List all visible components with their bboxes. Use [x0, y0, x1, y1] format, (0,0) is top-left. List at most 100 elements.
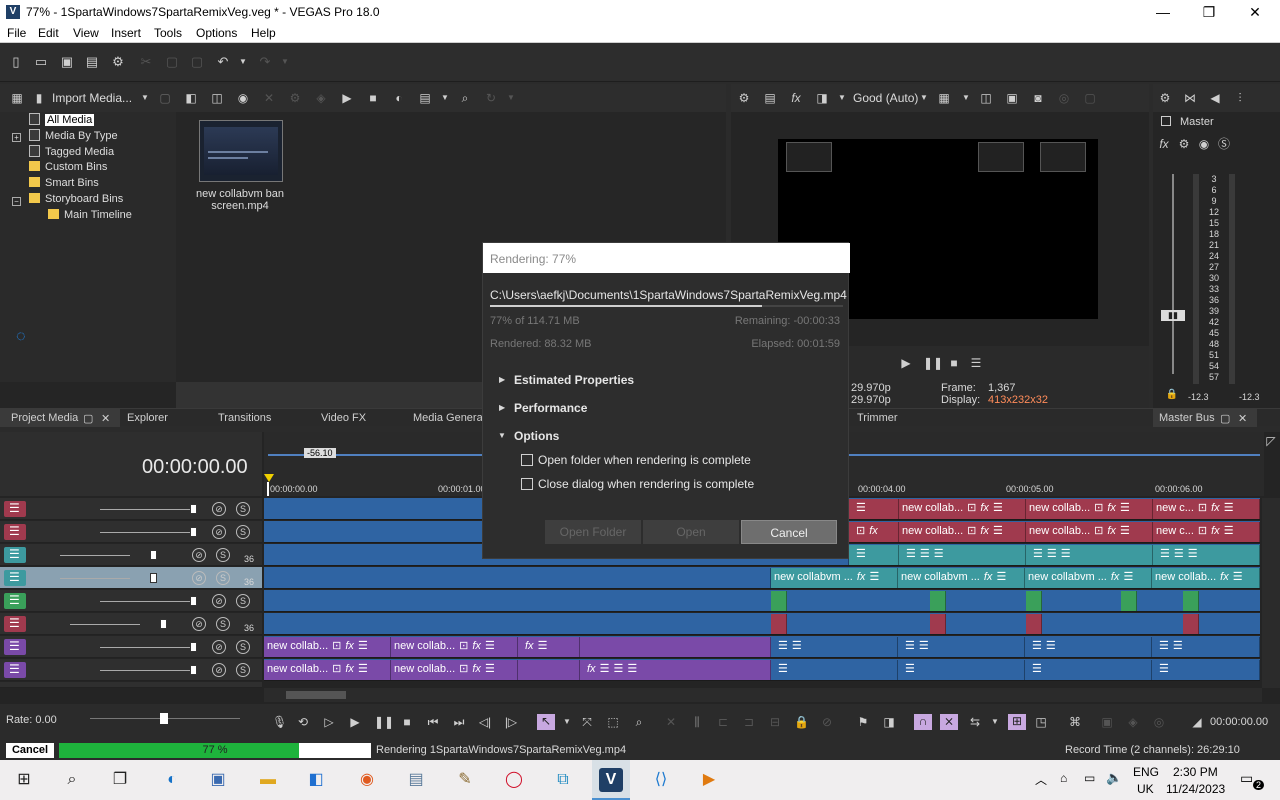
- video-fx-icon[interactable]: fx: [789, 91, 803, 105]
- refresh-dropdown-icon[interactable]: ▼: [504, 91, 518, 105]
- fx-icon[interactable]: fx: [345, 637, 354, 655]
- track-menu-icon[interactable]: [4, 639, 26, 655]
- master-gear-icon[interactable]: ⚙: [1177, 137, 1191, 151]
- track-header[interactable]: ⊘S: [0, 498, 262, 520]
- timeline-clip[interactable]: [264, 568, 771, 588]
- menu-icon[interactable]: ☰: [1233, 568, 1243, 586]
- timeline-clip[interactable]: new collab... ⊡ fx ☰: [1026, 499, 1153, 519]
- timeline-clip[interactable]: new c... ⊡ fx ☰: [1153, 499, 1260, 519]
- track-lane[interactable]: [264, 613, 1260, 635]
- safe-areas-icon[interactable]: ▢: [1083, 91, 1097, 105]
- timeline-clip[interactable]: ☰ ☰ ☰: [899, 545, 1026, 565]
- master-fx-icon[interactable]: fx: [1157, 137, 1171, 151]
- fx-icon[interactable]: fx: [1220, 568, 1229, 586]
- timeline-clip[interactable]: new collab... fx ☰: [1152, 568, 1260, 588]
- copy-snapshot-icon[interactable]: ◫: [979, 91, 993, 105]
- selection-tool-icon[interactable]: ⬚: [606, 715, 620, 729]
- tab-undock-icon[interactable]: ▢: [1220, 412, 1230, 425]
- crop-icon[interactable]: ⊡: [1094, 522, 1103, 540]
- preview-quality-select[interactable]: Good (Auto): [853, 91, 918, 105]
- stop-icon[interactable]: ■: [400, 715, 414, 729]
- refresh-icon[interactable]: ↻: [484, 91, 498, 105]
- menu-tools[interactable]: Tools: [154, 26, 182, 40]
- new-icon[interactable]: ▯: [9, 55, 23, 69]
- timeline-clip[interactable]: [1026, 591, 1042, 611]
- track-menu-icon[interactable]: [4, 547, 26, 563]
- overlays-grid-icon[interactable]: ▦: [937, 91, 951, 105]
- timeline-clip[interactable]: new collab... ⊡ fx ☰: [899, 522, 1026, 542]
- vegas-taskbar-icon[interactable]: V: [599, 768, 623, 792]
- fx-icon[interactable]: fx: [345, 660, 354, 678]
- paste-icon[interactable]: ▢: [190, 55, 204, 69]
- menu-icon[interactable]: ☰: [538, 637, 548, 655]
- menu-icon[interactable]: ☰: [1123, 568, 1133, 586]
- downmix-icon[interactable]: ⋈: [1183, 91, 1197, 105]
- menu-icon[interactable]: ☰: [856, 499, 866, 517]
- keyframe-icon[interactable]: ⌘: [1068, 715, 1082, 729]
- track-solo-icon[interactable]: S: [236, 663, 250, 677]
- save-icon[interactable]: ▣: [60, 55, 74, 69]
- timeline-clip[interactable]: fx ☰: [518, 637, 580, 657]
- menu-icon[interactable]: ☰: [1061, 545, 1071, 563]
- notifications-icon[interactable]: ▭: [1240, 770, 1253, 787]
- menu-icon[interactable]: ☰: [1224, 499, 1234, 517]
- fx-icon[interactable]: fx: [980, 522, 989, 540]
- tree-item-storyboard-bins[interactable]: Storyboard Bins: [29, 193, 123, 208]
- track-header[interactable]: ⊘ S 36: [0, 567, 262, 589]
- media-fx-icon[interactable]: ◎: [1152, 715, 1166, 729]
- timeline-clip[interactable]: ☰ ☰ ☰: [1026, 545, 1153, 565]
- edge-browser-icon[interactable]: ◐: [160, 768, 184, 792]
- menu-icon[interactable]: ☰: [358, 660, 368, 678]
- fx-icon[interactable]: fx: [472, 637, 481, 655]
- timeline-clip[interactable]: new collabvm ... fx ☰: [1025, 568, 1152, 588]
- ripple-edit-icon[interactable]: ⇆: [968, 715, 982, 729]
- media-player-icon[interactable]: ▶: [697, 768, 721, 792]
- tab-project-media[interactable]: Project Media: [11, 412, 78, 424]
- timeline-corner-icon[interactable]: ◸: [1264, 434, 1278, 448]
- track-level-slider[interactable]: [60, 578, 130, 579]
- open-button[interactable]: Open: [643, 520, 739, 544]
- region-icon[interactable]: ◨: [882, 715, 896, 729]
- preview-settings-icon[interactable]: ⚙: [737, 91, 751, 105]
- mixer-settings-icon[interactable]: ⚙: [1158, 91, 1172, 105]
- timeline-clip[interactable]: [580, 637, 771, 657]
- menu-icon[interactable]: ☰: [792, 637, 802, 655]
- expand-estimated-icon[interactable]: ▶: [499, 375, 505, 384]
- open-icon[interactable]: ▭: [34, 55, 48, 69]
- timeline-clip[interactable]: new collabvm ... fx ☰: [898, 568, 1025, 588]
- menu-icon[interactable]: ☰: [613, 660, 623, 678]
- timeline-clip[interactable]: new collab... ⊡ fx ☰: [264, 637, 391, 657]
- task-view-icon[interactable]: ❐: [108, 768, 132, 792]
- track-solo-icon[interactable]: S: [236, 594, 250, 608]
- web-media-icon[interactable]: ◉: [236, 91, 250, 105]
- fx-icon[interactable]: fx: [857, 568, 866, 586]
- track-level-slider[interactable]: [60, 555, 130, 556]
- section-options[interactable]: Options: [514, 429, 559, 443]
- maximize-button[interactable]: ❐: [1186, 0, 1232, 24]
- timeline-clip[interactable]: new collab... ⊡ fx ☰: [391, 660, 518, 680]
- collapse-storyboard-bins-icon[interactable]: −: [12, 197, 21, 206]
- track-header[interactable]: ⊘ S 36: [0, 544, 262, 566]
- trim-end-icon[interactable]: ⊐: [742, 715, 756, 729]
- device-icon[interactable]: ▤: [763, 91, 777, 105]
- track-menu-icon[interactable]: [4, 593, 26, 609]
- tool-dropdown-icon[interactable]: ▼: [560, 715, 574, 729]
- menu-icon[interactable]: ☰: [627, 660, 637, 678]
- mixer-levels-icon[interactable]: ⫶: [1233, 91, 1247, 105]
- track-menu-icon[interactable]: [4, 662, 26, 678]
- track-mute-icon[interactable]: ⊘: [212, 663, 226, 677]
- fx-icon[interactable]: fx: [525, 637, 534, 655]
- play-from-start-icon[interactable]: ▷: [322, 715, 336, 729]
- views-dropdown-icon[interactable]: ▼: [438, 91, 452, 105]
- store-icon[interactable]: ◧: [304, 768, 328, 792]
- remote-desktop-icon[interactable]: ▤: [404, 768, 428, 792]
- track-level-slider[interactable]: [100, 509, 190, 510]
- crop-icon[interactable]: ⊡: [967, 499, 976, 517]
- import-media-icon[interactable]: ▮: [32, 91, 46, 105]
- paint-icon[interactable]: ✎: [453, 768, 477, 792]
- track-level-slider[interactable]: [100, 670, 190, 671]
- menu-icon[interactable]: ☰: [1033, 545, 1043, 563]
- properties-gear-icon[interactable]: ⚙: [111, 55, 125, 69]
- menu-icon[interactable]: ☰: [905, 660, 915, 678]
- expand-media-by-type-icon[interactable]: +: [12, 133, 21, 142]
